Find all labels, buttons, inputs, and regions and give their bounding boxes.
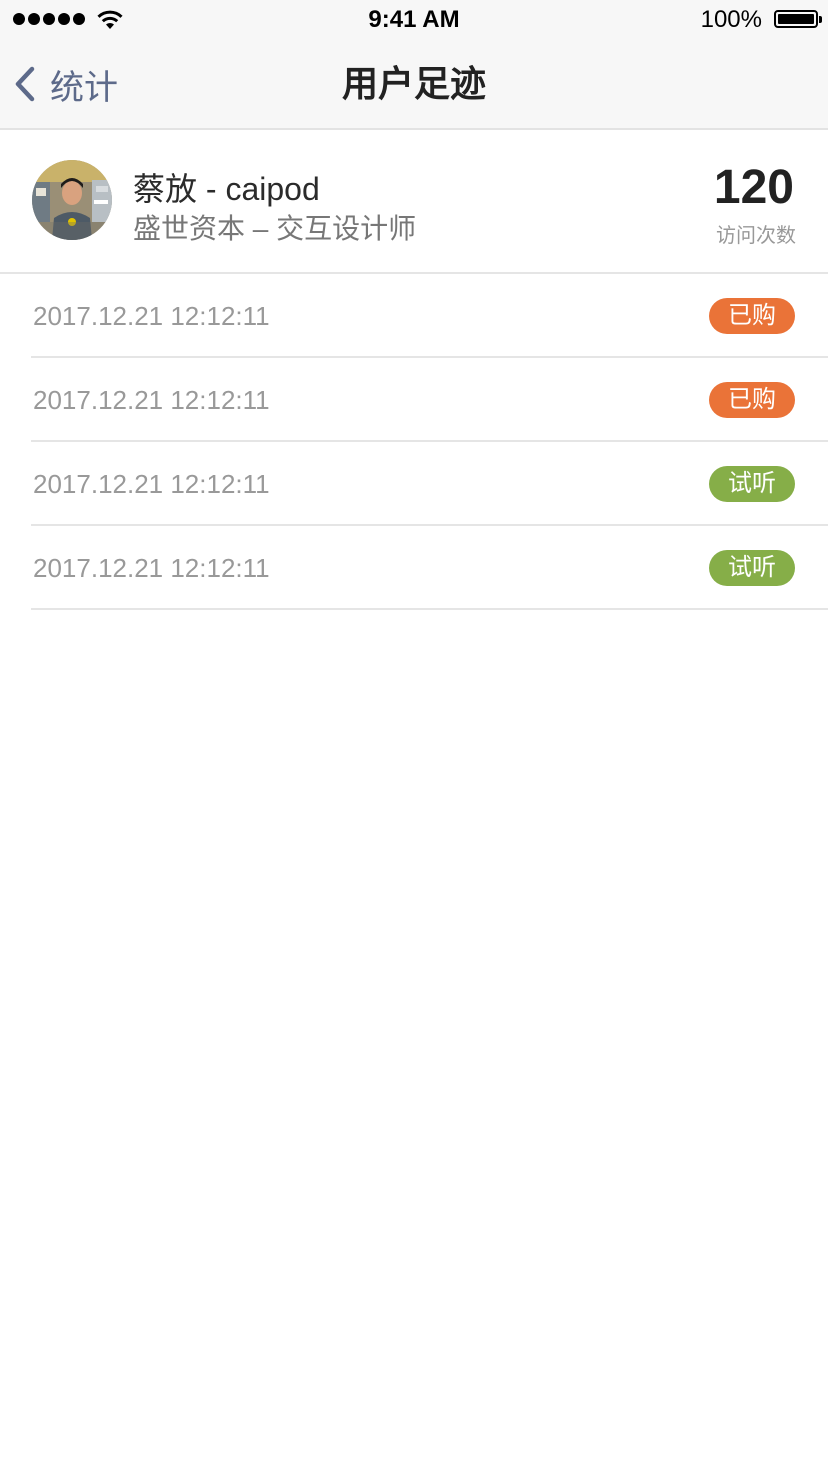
back-label: 统计 [50,68,118,107]
record-time: 2017.12.21 12:12:11 [33,553,270,583]
page-title: 用户足迹 [341,63,486,104]
user-profile-card: 蔡放 - caipod 盛世资本 – 交互设计师 120 访问次数 [0,130,828,274]
visit-count-label: 访问次数 [716,225,796,247]
list-item[interactable]: 2017.12.21 12:12:11 试听 [31,442,828,526]
visit-record-list: 2017.12.21 12:12:11 已购 2017.12.21 12:12:… [0,274,828,610]
status-bar: 9:41 AM 100% [0,0,828,40]
user-company-title: 盛世资本 – 交互设计师 [133,213,417,244]
battery-icon [774,10,822,28]
list-item[interactable]: 2017.12.21 12:12:11 试听 [31,526,828,610]
list-item[interactable]: 2017.12.21 12:12:11 已购 [31,274,828,358]
screen: 9:41 AM 100% 用户足迹 统计 蔡放 - caipod 盛世资本 – … [0,0,828,1472]
status-badge: 已购 [709,382,795,418]
battery-percent: 100% [700,6,762,33]
record-time: 2017.12.21 12:12:11 [33,385,270,415]
record-time: 2017.12.21 12:12:11 [33,301,270,331]
record-time: 2017.12.21 12:12:11 [33,469,270,499]
status-badge: 已购 [709,298,795,334]
status-badge: 试听 [709,550,795,586]
status-badge: 试听 [709,466,795,502]
navigation-bar: 用户足迹 统计 [0,40,828,130]
user-name: 蔡放 - caipod [133,171,320,207]
avatar-photo [32,160,112,240]
back-button[interactable]: 统计 [14,40,118,128]
list-item[interactable]: 2017.12.21 12:12:11 已购 [31,358,828,442]
avatar[interactable] [32,160,112,240]
chevron-left-icon [15,66,35,102]
visit-count: 120 [713,161,794,214]
